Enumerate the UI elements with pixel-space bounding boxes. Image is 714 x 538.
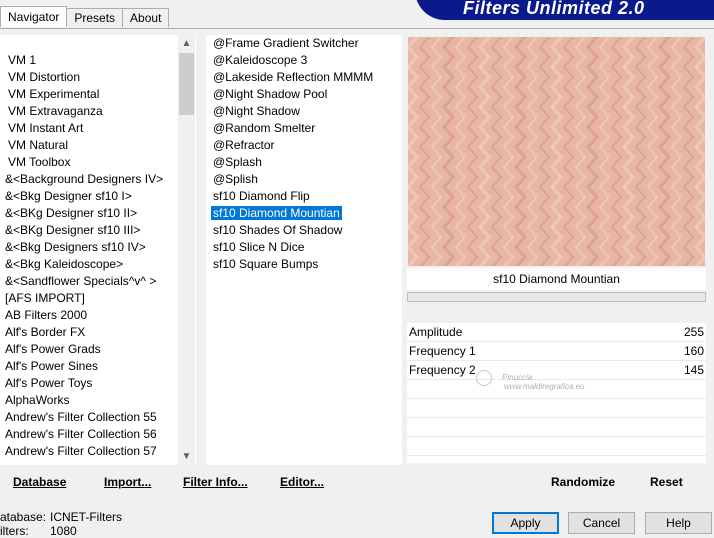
filter-item[interactable]: @Kaleidoscope 3 [206,52,402,69]
param-value: 160 [683,344,704,358]
param-value: 145 [683,363,704,377]
cancel-button[interactable]: Cancel [568,512,635,534]
filter-item[interactable]: sf10 Shades Of Shadow [206,222,402,239]
reset-button[interactable]: Reset [650,475,683,489]
category-item[interactable]: [AFS IMPORT] [0,290,196,307]
category-item[interactable]: VM Experimental [0,86,196,103]
category-item[interactable]: VM Extravaganza [0,103,196,120]
filter-item[interactable]: @Night Shadow Pool [206,86,402,103]
filter-info-button[interactable]: Filter Info... [183,475,248,489]
category-item[interactable]: Andrew's Filter Collection 55 [0,409,196,426]
category-item[interactable]: &<Sandflower Specials^v^ > [0,273,196,290]
scroll-thumb[interactable] [179,53,194,115]
category-item[interactable]: VM 1 [0,52,196,69]
apply-button[interactable]: Apply [492,512,559,534]
category-item[interactable]: &<Background Designers IV> [0,171,196,188]
filter-item[interactable]: @Lakeside Reflection MMMM [206,69,402,86]
category-item[interactable]: Alf's Power Toys [0,375,196,392]
help-button[interactable]: Help [645,512,712,534]
category-item[interactable]: VM Distortion [0,69,196,86]
filter-item-label: sf10 Slice N Dice [213,240,305,254]
watermark: Pinuccia www.maldiregrafica.eu [472,373,584,391]
filter-item[interactable]: @Night Shadow [206,103,402,120]
filter-item[interactable]: sf10 Square Bumps [206,256,402,273]
param-amplitude[interactable]: Amplitude 255 [407,323,706,342]
filter-item[interactable]: @Splash [206,154,402,171]
editor-button[interactable]: Editor... [280,475,324,489]
category-item[interactable]: &<Bkg Designers sf10 IV> [0,239,196,256]
filters-count: 1080 [50,524,77,538]
param-empty-row [407,418,706,437]
tab-navigator[interactable]: Navigator [0,6,68,27]
category-item[interactable]: Alf's Border FX [0,324,196,341]
param-frequency-1[interactable]: Frequency 1 160 [407,342,706,361]
category-scrollbar[interactable]: ▲ ▼ [178,35,195,465]
category-item[interactable]: Alf's Power Grads [0,341,196,358]
filter-preview [408,37,705,266]
param-label: Frequency 2 [409,363,476,377]
scroll-up-icon[interactable]: ▲ [178,35,195,52]
category-item[interactable]: AB Filters 2000 [0,307,196,324]
header-banner: Filters Unlimited 2.0 [405,0,714,21]
category-list[interactable]: VM 1 VM Distortion VM Experimental VM Extra… [0,35,196,465]
param-label: Amplitude [409,325,463,339]
selected-filter-name: sf10 Diamond Mountian [407,268,706,290]
database-label: atabase: [0,510,47,524]
filter-item-label: @Refractor [213,138,275,152]
category-item[interactable]: AlphaWorks [0,392,196,409]
watermark-url: www.maldiregrafica.eu [504,382,585,391]
filter-item-label: @Night Shadow Pool [213,87,328,101]
tab-about[interactable]: About [122,8,170,27]
category-item[interactable]: &<Bkg Kaleidoscope> [0,256,196,273]
filter-item-label: sf10 Square Bumps [213,257,319,271]
category-item[interactable]: Andrew's Filter Collection 57 [0,443,196,460]
filter-item[interactable]: @Splish [206,171,402,188]
param-label: Frequency 1 [409,344,476,358]
category-item[interactable]: &<Bkg Designer sf10 I> [0,188,196,205]
param-value: 255 [683,325,704,339]
tab-presets[interactable]: Presets [66,8,124,27]
category-item[interactable]: VM Instant Art [0,120,196,137]
tab-strip: Navigator Presets About [0,6,170,28]
filter-item[interactable]: @Frame Gradient Switcher [206,35,402,52]
filter-item-label: @Lakeside Reflection MMMM [213,70,374,84]
database-button[interactable]: Database [13,475,66,489]
category-item[interactable]: &<BKg Designer sf10 II> [0,205,196,222]
filter-item[interactable]: @Random Smelter [206,120,402,137]
filter-item-label: @Frame Gradient Switcher [213,36,359,50]
watermark-name: Pinuccia [502,373,533,382]
filter-item[interactable]: sf10 Diamond Flip [206,188,402,205]
status-info: atabase: ICNET-Filters ilters: 1080 [0,510,122,538]
category-item[interactable]: &<BKg Designer sf10 III> [0,222,196,239]
filter-item[interactable]: sf10 Diamond Mountian [206,205,402,222]
import-button[interactable]: Import... [104,475,151,489]
filter-item[interactable]: @Refractor [206,137,402,154]
filter-item-label: @Random Smelter [213,121,316,135]
filter-item-label: sf10 Diamond Flip [213,189,310,203]
randomize-button[interactable]: Randomize [551,475,615,489]
category-item[interactable]: Andrew's Filter Collection 56 [0,426,196,443]
progress-bar [407,292,706,302]
filter-item-label: sf10 Shades Of Shadow [213,223,343,237]
scroll-down-icon[interactable]: ▼ [178,448,195,465]
param-empty-row [407,437,706,456]
preview-pattern [408,37,705,266]
parameter-panel: Amplitude 255 Frequency 1 160 Frequency … [407,323,706,463]
category-item[interactable]: VM Natural [0,137,196,154]
filter-item-label: @Splash [213,155,262,169]
tab-panel-border [0,28,714,29]
category-item[interactable]: Alf's Power Sines [0,358,196,375]
filter-item-label: @Kaleidoscope 3 [213,53,308,67]
bottom-toolbar: Database Import... Filter Info... Editor… [0,467,714,497]
filter-item-label: @Splish [213,172,258,186]
filter-item-label: @Night Shadow [213,104,300,118]
filter-item-label: sf10 Diamond Mountian [211,206,342,220]
filters-label: ilters: [0,524,29,538]
category-item[interactable]: VM Toolbox [0,154,196,171]
param-empty-row [407,399,706,418]
app-title: Filters Unlimited 2.0 [463,0,645,18]
filter-item[interactable]: sf10 Slice N Dice [206,239,402,256]
filter-list[interactable]: @Frame Gradient Switcher @Kaleidoscope 3 @… [206,35,402,465]
database-value: ICNET-Filters [50,510,122,524]
